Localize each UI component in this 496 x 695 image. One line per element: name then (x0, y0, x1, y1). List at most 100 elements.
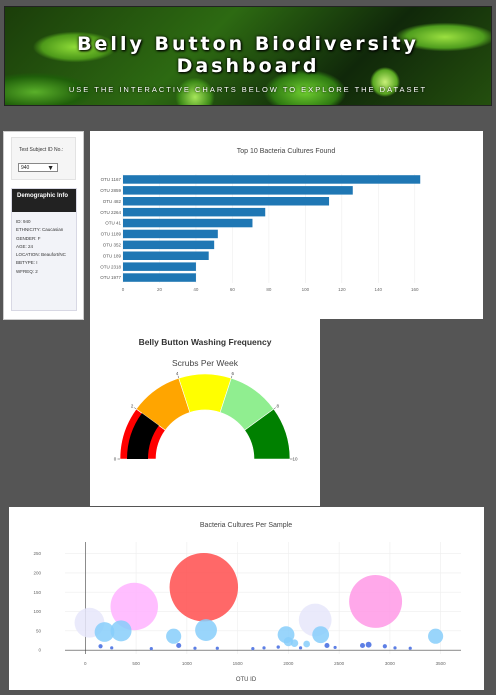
subject-id-select[interactable]: 940 ▼ (18, 163, 58, 172)
bubble-x-tick-label: 3500 (436, 661, 447, 666)
gauge-chart[interactable]: Belly Button Washing Frequency Scrubs Pe… (90, 319, 320, 506)
bar[interactable] (123, 175, 421, 184)
bubble-point[interactable] (94, 622, 115, 642)
bubble-point[interactable] (349, 575, 403, 628)
bar-x-tick-label: 100 (302, 287, 310, 292)
bubble-point[interactable] (176, 642, 182, 649)
bubble-point[interactable] (290, 639, 299, 647)
bar-x-tick-label: 40 (193, 287, 199, 292)
bar-chart-card: Top 10 Bacteria Cultures Found OTU 1167 O… (90, 131, 483, 319)
bubble-point[interactable] (312, 626, 330, 644)
demographic-info-title: Demographic Info (12, 189, 76, 212)
bar[interactable] (123, 262, 196, 271)
bubble-point[interactable] (98, 644, 103, 649)
bar-x-tick-label: 60 (230, 287, 236, 292)
bar[interactable] (123, 273, 196, 282)
bubble-point[interactable] (324, 642, 330, 649)
bar-chart[interactable]: Top 10 Bacteria Cultures Found OTU 1167 O… (90, 131, 483, 319)
page-subtitle: USE THE INTERACTIVE CHARTS BELOW TO EXPL… (68, 85, 428, 94)
bubble-x-axis-label: OTU ID (236, 677, 257, 683)
bubble-y-tick-label: 150 (33, 590, 41, 595)
bar[interactable] (123, 240, 215, 250)
bar-y-tick-label: OTU 352 (103, 242, 122, 247)
bubble-y-tick-label: 100 (33, 609, 41, 614)
bubble-point[interactable] (195, 619, 217, 641)
bar-y-tick-label: OTU 1167 (101, 177, 122, 182)
bubble-x-tick-label: 500 (132, 661, 140, 666)
demo-ethnicity: ETHNICITY: Caucasian (16, 227, 64, 233)
bubble-point[interactable] (359, 642, 366, 649)
bubble-point[interactable] (251, 646, 255, 651)
bubble-point[interactable] (166, 628, 182, 644)
demographic-info-body: ID: 940 ETHNICITY: Caucasian GENDER: F A… (12, 212, 76, 274)
bubble-point[interactable] (298, 646, 303, 650)
bubble-x-tick-label: 3000 (385, 661, 396, 666)
bubble-x-tick-label: 1500 (233, 661, 244, 666)
bubble-chart-card: Bacteria Cultures Per Sample 0 50 100 150 20… (9, 507, 484, 690)
bubble-x-tick-label: 2000 (283, 661, 294, 666)
bubble-point[interactable] (215, 646, 219, 650)
bar[interactable] (123, 229, 218, 239)
bubble-x-tick-label: 0 (84, 661, 87, 666)
demo-wfreq: WFREQ: 2 (16, 268, 38, 274)
bar[interactable] (123, 218, 253, 228)
bar-x-tick-label: 140 (375, 287, 383, 292)
bar[interactable] (123, 207, 266, 217)
demographic-info-panel: Demographic Info ID: 940 ETHNICITY: Cauc… (11, 188, 77, 311)
bubble-point[interactable] (382, 644, 387, 649)
bar-y-tick-label: OTU 41 (105, 221, 121, 226)
bubble-y-tick-label: 200 (33, 570, 41, 575)
bar[interactable] (123, 251, 209, 261)
subject-select-well: Test Subject ID No.: 940 ▼ (11, 137, 76, 180)
sidebar: Test Subject ID No.: 940 ▼ Demographic I… (3, 131, 84, 320)
jumbotron-header: Belly Button Biodiversity Dashboard USE … (4, 6, 492, 106)
bar-y-tick-label: OTU 482 (103, 199, 122, 204)
bubble-x-tick-label: 2500 (334, 661, 345, 666)
bubble-point[interactable] (149, 646, 153, 651)
subject-select-label: Test Subject ID No.: (19, 147, 64, 153)
gauge-tick-label: 2 (131, 404, 134, 409)
bubble-y-tick-label: 50 (36, 628, 42, 633)
bar[interactable] (123, 197, 330, 206)
bubble-x-tick-label: 1000 (182, 661, 193, 666)
gauge-tick (273, 407, 276, 410)
page-title: Belly Button Biodiversity Dashboard (77, 33, 419, 77)
gauge-title: Belly Button Washing Frequency (139, 337, 272, 347)
gauge-tick (134, 407, 137, 410)
bubble-point[interactable] (262, 646, 266, 650)
gauge-tick (177, 375, 179, 379)
demo-gender: GENDER: F (16, 235, 41, 241)
bubble-point[interactable] (393, 646, 397, 650)
bar-x-tick-label: 0 (122, 287, 125, 292)
demo-bbtype: BBTYPE: I (16, 260, 38, 266)
bar-y-tick-label: OTU 189 (103, 253, 122, 258)
bubble-point[interactable] (193, 646, 197, 650)
gauge-subtitle: Scrubs Per Week (172, 358, 239, 368)
gauge-chart-card: Belly Button Washing Frequency Scrubs Pe… (90, 319, 320, 506)
bubble-point[interactable] (110, 646, 114, 650)
bar-x-tick-label: 120 (338, 287, 346, 292)
bubble-point[interactable] (169, 552, 239, 622)
bubble-point[interactable] (333, 645, 337, 650)
bar-y-tick-label: OTU 1189 (101, 232, 122, 237)
bubble-point[interactable] (365, 641, 372, 648)
demo-id: ID: 940 (16, 219, 31, 224)
chevron-down-icon: ▼ (47, 165, 54, 172)
bar[interactable] (123, 186, 353, 195)
bar-y-tick-label: OTU 2318 (100, 264, 121, 269)
gauge-tick (231, 375, 233, 379)
gauge-tick-label: 4 (176, 371, 179, 376)
bubble-y-tick-label: 250 (33, 551, 41, 556)
bubble-point[interactable] (303, 640, 311, 648)
bubble-point[interactable] (276, 645, 280, 649)
bubble-point[interactable] (428, 628, 444, 644)
bubble-point[interactable] (408, 646, 412, 650)
bar-x-tick-label: 20 (157, 287, 163, 292)
bubble-chart[interactable]: Bacteria Cultures Per Sample 0 50 100 150 20… (9, 507, 484, 690)
demo-age: AGE: 24 (16, 243, 34, 249)
demo-location: LOCATION: Beaufort/NC (16, 252, 66, 258)
gauge-tick-label: 8 (277, 404, 280, 409)
bar-x-tick-label: 160 (411, 287, 419, 292)
bar-y-tick-label: OTU 2264 (100, 210, 121, 215)
bar-x-tick-label: 80 (266, 287, 272, 292)
